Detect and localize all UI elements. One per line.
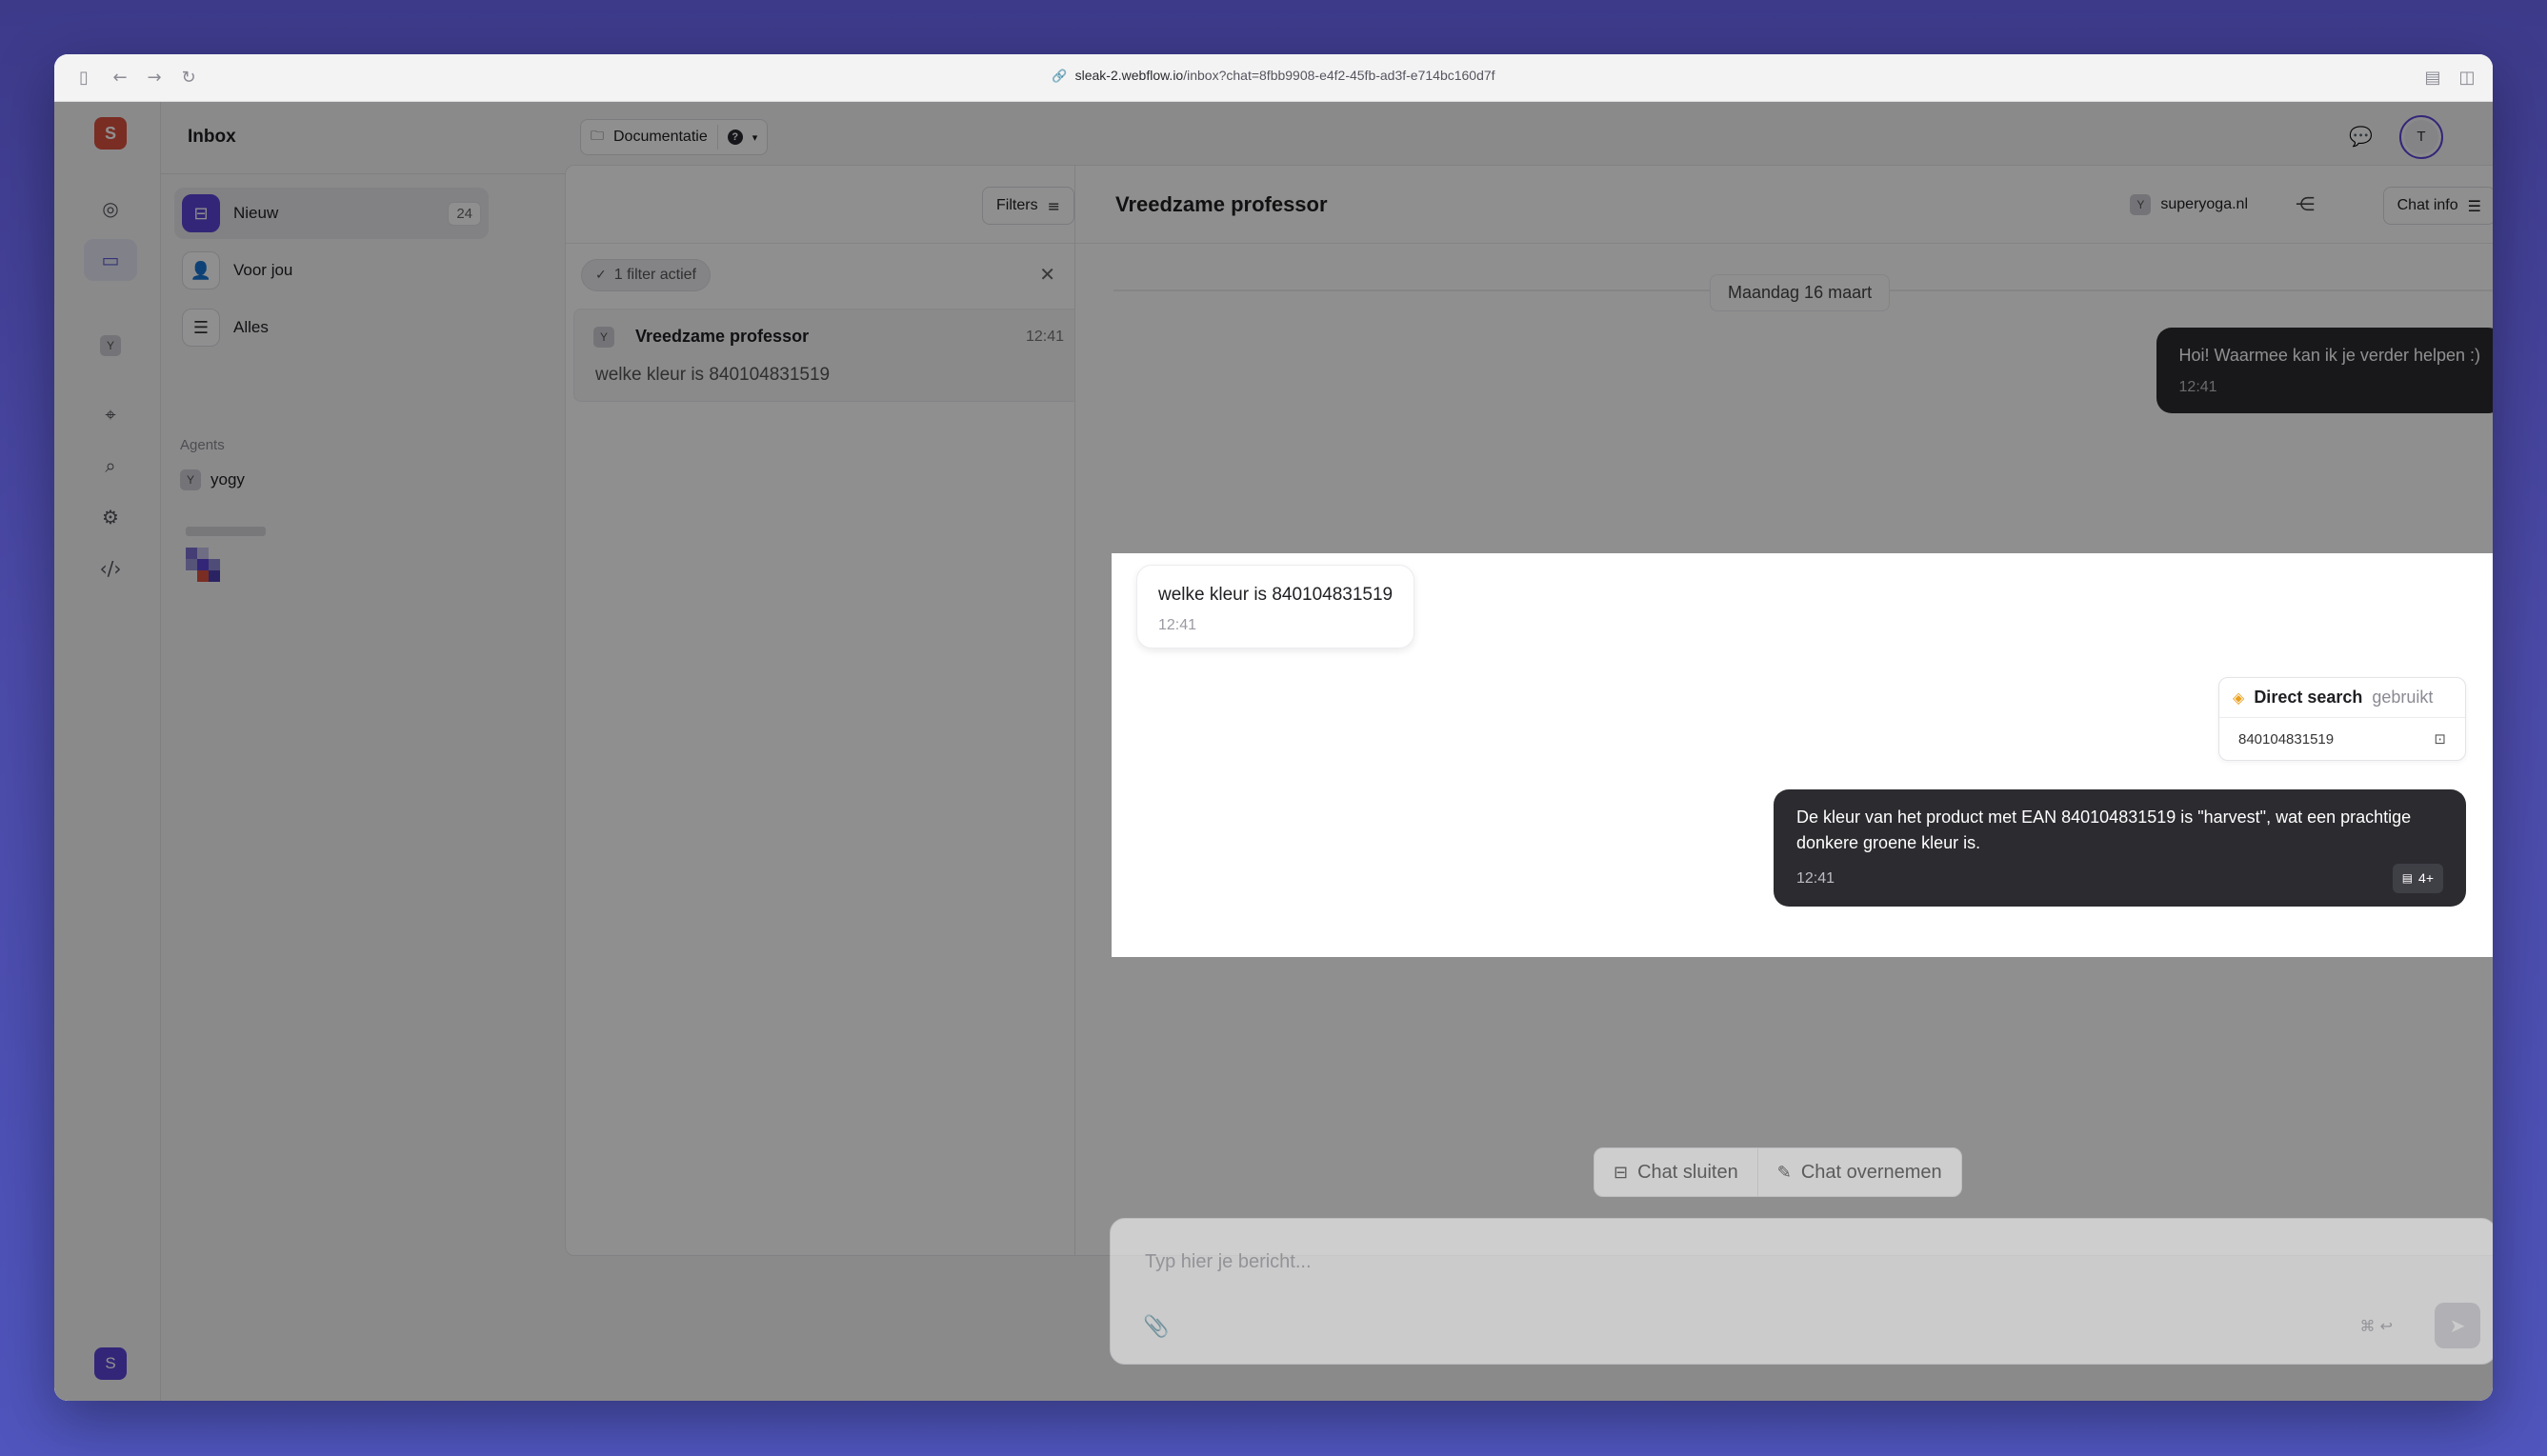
- user-avatar[interactable]: T: [2399, 115, 2443, 159]
- url-domain: sleak-2.webflow.io: [1074, 68, 1184, 83]
- attachment-icon[interactable]: 📎: [1143, 1315, 1169, 1339]
- check-circle-icon: ✓: [595, 268, 607, 283]
- nav-label: Nieuw: [233, 204, 279, 222]
- reader-icon[interactable]: ▤: [2422, 68, 2443, 89]
- chevron-down-icon[interactable]: ▾: [752, 131, 758, 144]
- date-pill: Maandag 16 maart: [1710, 274, 1891, 311]
- sources-badge[interactable]: ▤ 4+: [2392, 864, 2443, 893]
- list-header: Filters ≡: [566, 166, 1074, 244]
- message-time: 12:41: [2178, 379, 2217, 395]
- filter-chip-row: ✓ 1 filter actief ✕: [566, 244, 1074, 303]
- tool-name: Direct search: [2254, 688, 2363, 707]
- blurred-text: [186, 527, 266, 536]
- settings-icon[interactable]: ⚙: [84, 496, 137, 538]
- filter-chip-label: 1 filter actief: [613, 267, 696, 283]
- agent-badge: Y: [100, 335, 121, 356]
- bot-message: De kleur van het product met EAN 8401048…: [1774, 789, 2466, 907]
- message-time: 12:41: [1158, 617, 1197, 633]
- agents-heading: Agents: [180, 437, 225, 453]
- browser-toolbar: ▯ ← → ↻ 🔗 sleak-2.webflow.io/inbox?chat=8…: [54, 54, 2493, 102]
- tool-call-header: ◈ Direct search gebruikt: [2219, 678, 2465, 718]
- inbox-icon: ⊟: [182, 194, 220, 232]
- message-text: welke kleur is 840104831519: [1158, 585, 1394, 605]
- nav-item-alles[interactable]: ☰ Alles: [174, 302, 489, 353]
- nav-item-nieuw[interactable]: ⊟ Nieuw 24: [174, 188, 489, 239]
- bot-message: Hoi! Waarmee kan ik je verder helpen :) …: [2156, 328, 2493, 413]
- pixelated-logo: [186, 548, 220, 582]
- divider: [716, 125, 718, 150]
- workspace-avatar[interactable]: S: [94, 1347, 127, 1380]
- nav-count-badge: 24: [448, 201, 481, 226]
- scan-icon[interactable]: ⊡: [2434, 730, 2446, 748]
- document-icon: ▤: [2401, 871, 2414, 885]
- agent-item-yogy[interactable]: Y yogy: [180, 469, 245, 490]
- conversation-list: Filters ≡ ✓ 1 filter actief ✕ Y Vreedzam…: [565, 165, 1075, 1256]
- nav-label: Alles: [233, 318, 269, 336]
- site-tag: Y superyoga.nl: [2130, 194, 2248, 215]
- send-button[interactable]: ➤: [2435, 1303, 2480, 1348]
- menu-icon: ☰: [2467, 196, 2481, 215]
- nav-label: Voor jou: [233, 261, 293, 279]
- nav-item-voor-jou[interactable]: 👤 Voor jou: [174, 245, 489, 296]
- icon-rail: S ◎ ▭ Y ⌖ ⌕ ⚙ ‹/› S: [54, 102, 161, 1401]
- agent-badge: Y: [180, 469, 201, 490]
- tool-call-body: 840104831519 ⊡: [2219, 718, 2465, 760]
- message-text: De kleur van het product met EAN 8401048…: [1796, 808, 2412, 852]
- app-logo[interactable]: S: [94, 117, 127, 150]
- url-path: /inbox?chat=8fbb9908-e4f2-45fb-ad3f-e714…: [1183, 68, 1495, 83]
- send-shortcut-hint: ⌘ ↩: [2359, 1317, 2394, 1335]
- agent-y-button[interactable]: Y: [84, 325, 137, 367]
- conversation-name: Vreedzame professor: [635, 327, 810, 346]
- compass-icon[interactable]: ◎: [84, 188, 137, 229]
- chat-info-button[interactable]: Chat info ☰: [2382, 187, 2493, 225]
- agent-name: yogy: [211, 470, 245, 489]
- link-icon: 🔗: [1052, 70, 1068, 84]
- filter-lines-icon: ≡: [1047, 196, 1060, 215]
- chat-header: Vreedzame professor Y superyoga.nl ⋲ Cha…: [1075, 166, 2493, 244]
- cursor-click-icon[interactable]: ⌖: [84, 393, 137, 435]
- user-message: welke kleur is 840104831519 12:41: [1136, 565, 1415, 648]
- share-icon[interactable]: ⋲: [2296, 192, 2315, 215]
- highlighted-messages: welke kleur is 840104831519 12:41 ◈ Dire…: [1112, 553, 2493, 957]
- person-icon: 👤: [182, 251, 220, 289]
- sources-count: 4+: [2418, 870, 2434, 886]
- conversation-preview: welke kleur is 840104831519: [595, 365, 831, 385]
- user-initial: T: [2404, 120, 2438, 154]
- documentation-button[interactable]: 🗀 Documentatie ? ▾: [580, 119, 769, 155]
- folder-icon: 🗀: [591, 129, 604, 144]
- chat-icon[interactable]: ▭: [84, 239, 137, 281]
- site-badge: Y: [2130, 194, 2152, 215]
- code-icon[interactable]: ‹/›: [84, 548, 137, 589]
- filters-label: Filters: [996, 197, 1038, 213]
- chat-info-label: Chat info: [2397, 197, 2458, 213]
- app: S ◎ ▭ Y ⌖ ⌕ ⚙ ‹/› S Inbox 🗀 Documentatie…: [54, 102, 2493, 1401]
- search-scan-icon[interactable]: ⌕: [84, 445, 137, 487]
- active-filter-chip[interactable]: ✓ 1 filter actief: [581, 259, 711, 291]
- message-time: 12:41: [1796, 870, 1835, 887]
- message-text: Hoi! Waarmee kan ik je verder helpen :): [2178, 346, 2480, 365]
- inbox-nav: ⊟ Nieuw 24 👤 Voor jou ☰ Alles Agents Y y…: [161, 174, 555, 1401]
- page-title: Inbox: [188, 127, 236, 147]
- tag-icon: ◈: [2233, 688, 2245, 707]
- tool-status: gebruikt: [2372, 688, 2434, 707]
- stack-icon: ☰: [182, 309, 220, 347]
- browser-window: ▯ ← → ↻ 🔗 sleak-2.webflow.io/inbox?chat=8…: [54, 54, 2493, 1401]
- help-icon[interactable]: ?: [727, 130, 743, 145]
- filters-button[interactable]: Filters ≡: [982, 187, 1074, 225]
- site-name: superyoga.nl: [2160, 196, 2248, 212]
- documentation-label: Documentatie: [613, 129, 708, 145]
- tool-query: 840104831519: [2238, 730, 2335, 748]
- conversation-agent-badge: Y: [593, 327, 614, 348]
- address-bar[interactable]: 🔗 sleak-2.webflow.io/inbox?chat=8fbb9908-…: [54, 68, 2493, 84]
- chat-title: Vreedzame professor: [1115, 192, 1328, 216]
- split-view-icon[interactable]: ◫: [2457, 68, 2477, 89]
- conversation-time: 12:41: [1025, 329, 1064, 345]
- feedback-icon[interactable]: 💬: [2349, 125, 2373, 148]
- top-bar: Inbox 🗀 Documentatie ? ▾ 💬 T: [161, 102, 2493, 174]
- tool-call-card[interactable]: ◈ Direct search gebruikt 840104831519 ⊡: [2218, 677, 2466, 761]
- close-icon[interactable]: ✕: [1039, 263, 1055, 286]
- conversation-item[interactable]: Y Vreedzame professor 12:41 welke kleur …: [573, 309, 1074, 402]
